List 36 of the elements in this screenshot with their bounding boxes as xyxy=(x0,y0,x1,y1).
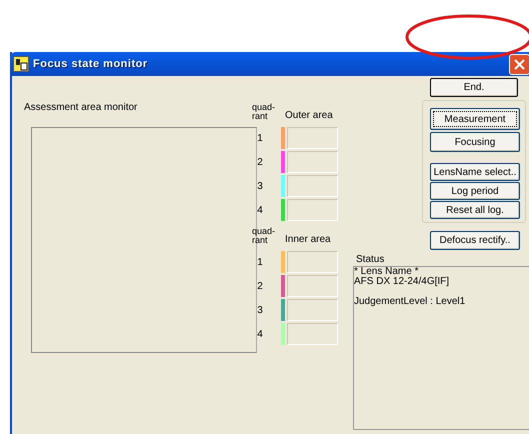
value-field xyxy=(287,275,338,297)
quadrant-number: 4 xyxy=(256,328,264,340)
status-text: AFS DX 12-24/4G[IF] xyxy=(354,277,450,287)
quadrant-number: 3 xyxy=(256,304,264,316)
value-field xyxy=(287,175,338,197)
section-label: Status xyxy=(356,254,386,266)
button[interactable]: Log period xyxy=(430,182,520,200)
close-icon xyxy=(514,58,525,70)
quadrant-number: 3 xyxy=(256,180,264,192)
quadrant-number: 4 xyxy=(256,204,264,216)
window-title: Focus state monitor xyxy=(33,58,149,70)
quadrant-number: 2 xyxy=(256,280,264,292)
button[interactable]: LensName select.. xyxy=(430,163,520,181)
value-field xyxy=(287,299,338,321)
value-field xyxy=(287,323,338,345)
status-text: * Lens Name * xyxy=(354,267,418,277)
value-field xyxy=(287,251,338,273)
status-text: JudgementLevel : Level1 xyxy=(354,297,466,307)
app-icon xyxy=(13,56,29,72)
area-label: Inner area xyxy=(285,234,331,245)
close-button[interactable] xyxy=(509,54,529,74)
button[interactable]: Reset all log. xyxy=(430,201,520,219)
button[interactable]: Defocus rectify.. xyxy=(430,231,520,250)
column-header: quad- rant xyxy=(252,103,276,121)
section-label: Assessment area monitor xyxy=(24,101,138,114)
quadrant-number: 2 xyxy=(256,156,264,168)
column-header: quad- rant xyxy=(252,227,276,245)
button[interactable]: End. xyxy=(430,78,518,97)
value-field xyxy=(287,151,338,173)
button[interactable]: Focusing xyxy=(430,132,520,152)
area-label: Outer area xyxy=(285,110,333,121)
quadrant-number: 1 xyxy=(256,132,264,144)
value-field xyxy=(287,199,338,221)
value-field xyxy=(287,127,338,149)
button[interactable]: Measurement xyxy=(430,108,520,130)
quadrant-number: 1 xyxy=(256,256,264,268)
